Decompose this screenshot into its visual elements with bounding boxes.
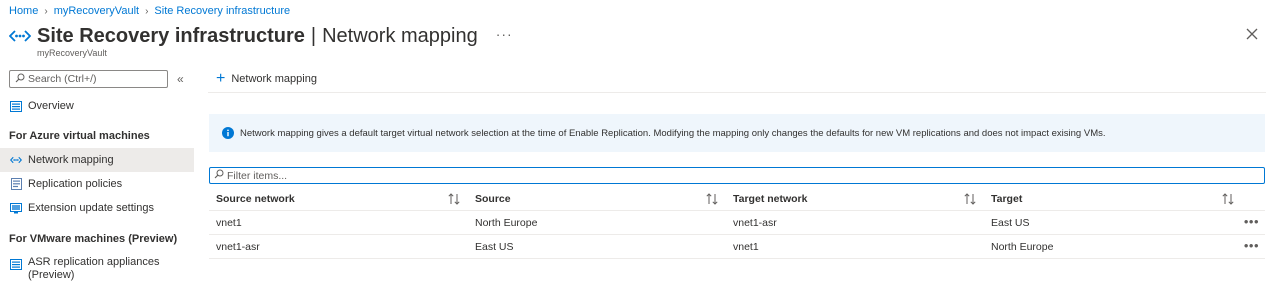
command-bar: + Network mapping (208, 66, 1266, 93)
page-title-sub: Network mapping (322, 24, 478, 47)
column-header-source[interactable]: Source (475, 187, 511, 211)
cell-source-network: vnet1 (216, 217, 242, 229)
search-icon (15, 73, 25, 86)
info-icon (222, 127, 234, 139)
filter-box[interactable] (209, 167, 1265, 184)
plus-icon: + (216, 70, 226, 87)
section-azure-vms: For Azure virtual machines (9, 130, 150, 142)
sidebar-item-label-line1: ASR replication appliances (28, 256, 160, 268)
info-text: Network mapping gives a default target v… (240, 127, 1106, 139)
cell-target-network: vnet1-asr (733, 217, 777, 229)
section-vmware-machines: For VMware machines (Preview) (9, 233, 178, 245)
overview-icon (10, 100, 22, 112)
page-title-main: Site Recovery infrastructure (37, 24, 305, 47)
table-row[interactable]: vnet1 North Europe vnet1-asr East US ••• (209, 211, 1265, 235)
network-mapping-icon (9, 25, 31, 47)
sidebar-item-label: ASR replication appliances (Preview) (28, 256, 159, 282)
close-icon[interactable] (1244, 26, 1260, 42)
table-row[interactable]: vnet1-asr East US vnet1 North Europe ••• (209, 235, 1265, 259)
sidebar-search[interactable] (9, 70, 168, 88)
sidebar-item-label-line2: (Preview) (28, 269, 75, 281)
page-title: Site Recovery infrastructure | Network map… (37, 25, 478, 48)
cell-source-network: vnet1-asr (216, 241, 260, 253)
breadcrumb-site-recovery[interactable]: Site Recovery infrastructure (154, 5, 290, 17)
sort-icon[interactable] (963, 192, 977, 206)
sidebar-item-asr-appliances[interactable]: ASR replication appliances (Preview) (0, 256, 194, 286)
info-banner: Network mapping gives a default target v… (209, 114, 1265, 152)
add-network-mapping-button[interactable]: + Network mapping (216, 70, 317, 87)
sidebar-item-label: Replication policies (28, 178, 123, 190)
cell-source: East US (475, 241, 514, 253)
filter-input[interactable] (227, 169, 1127, 182)
cell-target: East US (991, 217, 1030, 229)
search-icon (214, 169, 224, 182)
appliance-icon (10, 258, 22, 270)
search-input[interactable] (28, 73, 163, 85)
chevron-right-icon: › (44, 5, 48, 17)
sidebar-item-replication-policies[interactable]: Replication policies (0, 172, 194, 196)
sidebar-item-label: Network mapping (28, 154, 114, 166)
network-mapping-table: Source network Source Target network Tar… (209, 187, 1265, 259)
breadcrumb: Home › myRecoveryVault › Site Recovery i… (9, 4, 290, 18)
breadcrumb-home[interactable]: Home (9, 5, 38, 17)
column-header-target-network[interactable]: Target network (733, 187, 807, 211)
resource-name: myRecoveryVault (37, 48, 107, 58)
extension-settings-icon (10, 202, 22, 214)
column-header-target[interactable]: Target (991, 187, 1022, 211)
title-separator: | (310, 24, 317, 47)
table-header-row: Source network Source Target network Tar… (209, 187, 1265, 211)
collapse-sidebar-icon[interactable]: « (177, 72, 184, 86)
sidebar-item-label: Overview (28, 100, 74, 112)
column-header-source-network[interactable]: Source network (216, 187, 295, 211)
cell-target-network: vnet1 (733, 241, 759, 253)
sidebar-item-extension-update-settings[interactable]: Extension update settings (0, 196, 194, 220)
add-network-mapping-label: Network mapping (231, 73, 317, 85)
sidebar-item-overview[interactable]: Overview (0, 94, 194, 118)
more-options-icon[interactable]: ··· (496, 26, 513, 42)
sort-icon[interactable] (705, 192, 719, 206)
cell-target: North Europe (991, 241, 1054, 253)
sidebar: « Overview For Azure virtual machines Ne… (0, 66, 194, 294)
page-header: Site Recovery infrastructure | Network map… (9, 22, 513, 50)
row-more-icon[interactable]: ••• (1244, 238, 1259, 253)
sidebar-item-label: Extension update settings (28, 202, 154, 214)
chevron-right-icon: › (145, 5, 149, 17)
cell-source: North Europe (475, 217, 538, 229)
replication-policies-icon (10, 178, 22, 190)
row-more-icon[interactable]: ••• (1244, 214, 1259, 229)
network-mapping-icon (10, 154, 22, 166)
sort-icon[interactable] (447, 192, 461, 206)
sidebar-item-network-mapping[interactable]: Network mapping (0, 148, 194, 172)
breadcrumb-vault[interactable]: myRecoveryVault (54, 5, 139, 17)
sort-icon[interactable] (1221, 192, 1235, 206)
